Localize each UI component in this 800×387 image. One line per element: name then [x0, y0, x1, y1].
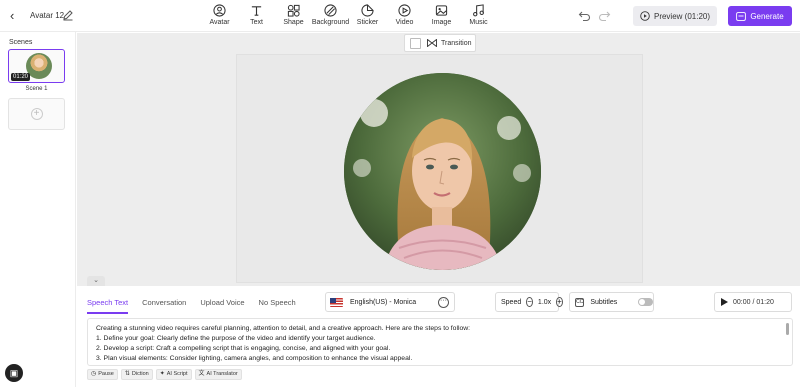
ai-icon: ✦: [159, 371, 165, 377]
script-line: 1. Define your goal: Clearly define the …: [96, 335, 376, 342]
play-circle-icon: [640, 11, 650, 21]
subtitles-control: CC Subtitles: [569, 292, 654, 312]
generate-label: Generate: [750, 11, 784, 21]
project-title[interactable]: Avatar 12: [30, 11, 64, 20]
ai-script-button[interactable]: ✦ AI Script: [155, 369, 192, 380]
avatar-icon: [213, 4, 226, 17]
chip-label: AI Translator: [206, 371, 238, 377]
preview-button[interactable]: Preview (01:20): [633, 6, 717, 26]
script-scrollbar[interactable]: [786, 323, 789, 335]
speed-value: 1.0x: [537, 298, 552, 306]
speech-tabs: Speech Text Conversation Upload Voice No…: [87, 298, 296, 314]
preview-label: Preview (01:20): [653, 11, 711, 21]
chip-label: Diction: [131, 371, 149, 377]
tool-label: Shape: [283, 19, 304, 26]
tool-label: Background: [311, 19, 350, 26]
chevron-left-icon[interactable]: ‹: [10, 9, 24, 23]
tool-music[interactable]: Music: [460, 4, 497, 26]
tool-text[interactable]: Text: [238, 4, 275, 26]
sticker-icon: [361, 4, 374, 17]
redo-icon[interactable]: [598, 10, 611, 22]
tool-label: Sticker: [356, 19, 379, 26]
transition-label: Transition: [441, 39, 472, 47]
tool-sticker[interactable]: Sticker: [349, 4, 386, 26]
text-icon: [251, 6, 262, 16]
tool-label: Music: [469, 19, 488, 26]
tool-label: Text: [250, 19, 263, 26]
chip-label: Pause: [98, 371, 114, 377]
tab-no-speech[interactable]: No Speech: [259, 298, 296, 312]
background-icon: [324, 4, 337, 17]
script-line: 2. Develop a script: Craft a compelling …: [96, 345, 391, 352]
speed-control: Speed − 1.0x +: [495, 292, 563, 312]
script-textarea[interactable]: Creating a stunning video requires caref…: [87, 318, 793, 366]
tool-video[interactable]: Video: [386, 4, 423, 26]
undo-icon[interactable]: [578, 10, 591, 22]
diction-icon: ⇅: [124, 371, 130, 377]
music-icon: [473, 4, 484, 17]
play-icon[interactable]: [721, 298, 728, 306]
voice-selector[interactable]: English(US) - Monica ···: [325, 292, 455, 312]
script-line: 3. Plan visual elements: Consider lighti…: [96, 355, 413, 362]
tool-background[interactable]: Background: [312, 4, 349, 26]
speed-decrease-button[interactable]: −: [526, 297, 533, 307]
diction-button[interactable]: ⇅ Diction: [120, 369, 153, 380]
clock-icon: ◷: [91, 371, 97, 377]
help-chat-icon[interactable]: ▣: [5, 364, 23, 382]
add-scene-button[interactable]: +: [8, 98, 65, 130]
collapse-panel-button[interactable]: ⌄: [87, 276, 105, 286]
scene-duration: 01:20: [11, 73, 31, 81]
plus-icon: +: [30, 108, 43, 120]
transition-button[interactable]: Transition: [404, 34, 476, 52]
tab-speech-text[interactable]: Speech Text: [87, 298, 129, 314]
script-line: Creating a stunning video requires caref…: [96, 325, 471, 332]
tool-image[interactable]: Image: [423, 4, 460, 26]
tab-conversation[interactable]: Conversation: [142, 298, 186, 312]
transition-icon: [427, 39, 437, 47]
video-icon: [398, 4, 411, 17]
generate-icon: [736, 11, 747, 21]
script-tools: ◷ Pause ⇅ Diction ✦ AI Script 文 AI Translato…: [87, 369, 242, 380]
speed-increase-button[interactable]: +: [556, 297, 563, 307]
avatar-portrait[interactable]: [344, 73, 541, 270]
tool-shape[interactable]: Shape: [275, 4, 312, 26]
speed-label: Speed: [501, 298, 522, 306]
generate-button[interactable]: Generate: [728, 6, 792, 26]
tool-avatar[interactable]: Avatar: [201, 4, 238, 26]
closed-captions-icon: CC: [575, 297, 585, 307]
scenes-title: Scenes: [9, 39, 33, 46]
scenes-sidebar: Scenes 01:20 Scene 1 +: [0, 32, 76, 387]
transition-checkbox[interactable]: [410, 37, 421, 49]
subtitles-toggle[interactable]: [638, 298, 653, 306]
toolbar: Avatar Text Shape Background Sticker Vid…: [201, 4, 497, 26]
us-flag-icon: [330, 297, 343, 307]
tool-label: Video: [395, 19, 414, 26]
translate-icon: 文: [198, 371, 205, 377]
avatar-image: [344, 73, 541, 270]
speech-panel: Speech Text Conversation Upload Voice No…: [80, 287, 800, 387]
tab-upload-voice[interactable]: Upload Voice: [200, 298, 244, 312]
chip-label: AI Script: [166, 371, 188, 377]
pause-button[interactable]: ◷ Pause: [87, 369, 118, 380]
more-options-icon[interactable]: ···: [438, 297, 449, 308]
audio-player: 00:00 / 01:20: [714, 292, 792, 312]
player-time: 00:00 / 01:20: [733, 298, 774, 306]
ai-translator-button[interactable]: 文 AI Translator: [194, 369, 242, 380]
subtitles-label: Subtitles: [590, 298, 618, 306]
top-bar: ‹ Avatar 12 Avatar Text Shape Background…: [0, 0, 800, 32]
pencil-icon[interactable]: [62, 9, 74, 21]
image-icon: [435, 5, 448, 16]
scene-label: Scene 1: [25, 86, 48, 92]
scene-thumbnail[interactable]: 01:20: [8, 49, 65, 83]
tool-label: Image: [431, 19, 452, 26]
tool-label: Avatar: [209, 19, 230, 26]
shape-icon: [287, 4, 300, 17]
voice-label: English(US) - Monica: [350, 298, 417, 306]
